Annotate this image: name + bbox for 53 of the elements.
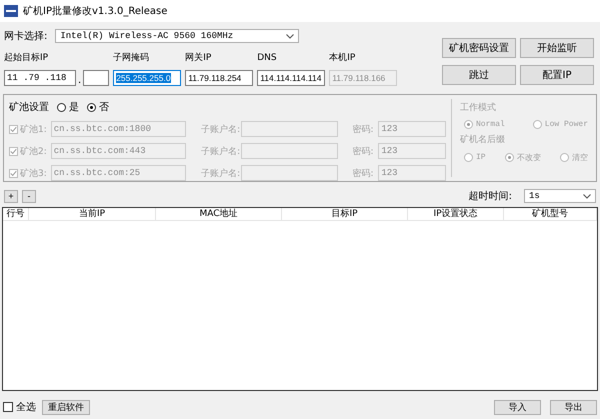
column-header[interactable]: 行号 [3, 208, 29, 220]
start-ip-field[interactable]: 11 .79 .118 [4, 70, 76, 86]
action-button[interactable]: 跳过 [442, 65, 516, 85]
field-label: 网关IP [185, 52, 212, 64]
password-label: 密码: [352, 146, 374, 158]
sub-account-label: 子账户名: [201, 146, 241, 158]
sub-account-label: 子账户名: [201, 124, 241, 136]
timeout-dropdown[interactable]: 1s [524, 189, 596, 203]
action-button[interactable]: 开始监听 [520, 38, 594, 58]
toolbar-button[interactable]: - [22, 190, 36, 202]
password-label: 密码: [352, 124, 374, 136]
radio-option[interactable]: 是 [57, 100, 79, 114]
action-button[interactable]: 矿机密码设置 [442, 38, 516, 58]
checkbox-icon [3, 402, 13, 412]
toolbar-button[interactable]: + [4, 190, 18, 202]
footer-button[interactable]: 导出 [550, 400, 597, 414]
footer-button[interactable]: 导入 [494, 400, 541, 414]
caret-icon [286, 34, 294, 38]
field-label: 本机IP [329, 52, 356, 64]
mode-group-title: 矿机名后缀 [460, 134, 506, 146]
column-header[interactable]: IP设置状态 [408, 208, 504, 220]
start-ip-label: 起始目标IP [4, 52, 50, 64]
ip-field[interactable]: 11.79.118.254 [185, 70, 254, 86]
column-header[interactable]: 目标IP [282, 208, 408, 220]
window-title: 矿机IP批量修改v1.3.0_Release [23, 4, 168, 18]
app-icon [4, 5, 18, 17]
radio-option[interactable]: 否 [87, 100, 109, 114]
last-octet-field[interactable] [83, 70, 110, 86]
select-all-checkbox[interactable]: 全选 [3, 400, 36, 414]
column-header[interactable]: 矿机型号 [504, 208, 597, 220]
ip-field[interactable]: 114.114.114.114 [257, 70, 326, 86]
timeout-label: 超时时间: [468, 190, 512, 203]
restart-button[interactable]: 重启软件 [42, 400, 90, 414]
ip-separator: . [78, 75, 82, 86]
nic-label: 网卡选择: [4, 30, 48, 43]
field-label: DNS [257, 52, 278, 64]
checkbox-icon [9, 168, 18, 178]
action-button[interactable]: 配置IP [520, 65, 594, 85]
nic-dropdown[interactable]: Intel(R) Wireless-AC 9560 160MHz [55, 29, 300, 43]
sub-account-field[interactable] [240, 165, 338, 181]
field-label: 子网掩码 [113, 52, 150, 64]
pool-settings-label: 矿池设置 [9, 100, 49, 114]
ip-field[interactable]: 255.255.255.0 [113, 70, 182, 86]
sub-account-field[interactable] [240, 121, 338, 137]
checkbox-icon [9, 146, 18, 156]
password-label: 密码: [352, 168, 374, 180]
sub-account-field[interactable] [240, 143, 338, 159]
column-header[interactable]: MAC地址 [156, 208, 282, 220]
column-header[interactable]: 当前IP [29, 208, 156, 220]
caret-icon [583, 194, 591, 198]
checkbox-icon [9, 124, 18, 134]
sub-account-label: 子账户名: [201, 168, 241, 180]
mode-group-title: 工作模式 [460, 102, 497, 114]
